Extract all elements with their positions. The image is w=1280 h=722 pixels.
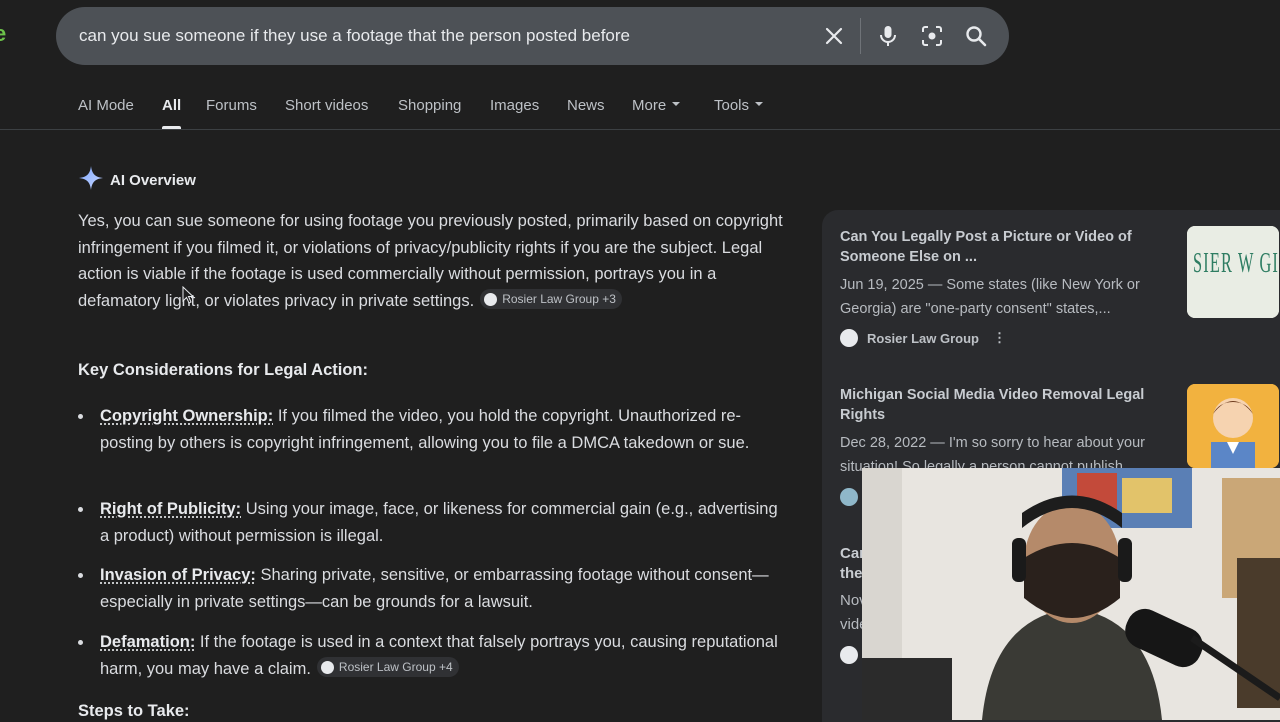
close-icon[interactable]: [822, 24, 846, 48]
section-title: Key Considerations for Legal Action:: [78, 361, 368, 380]
source-favicon-icon: [484, 293, 497, 306]
ai-overview-title: AI Overview: [110, 172, 196, 189]
bullet-term[interactable]: Invasion of Privacy:: [100, 566, 256, 584]
tab-forums[interactable]: Forums: [206, 97, 257, 114]
bullet-icon: [78, 640, 83, 645]
source-card[interactable]: Michigan Social Media Video Removal Lega…: [840, 385, 1170, 479]
mouse-cursor-icon: [182, 286, 194, 309]
source-card-title[interactable]: Michigan Social Media Video Removal Lega…: [840, 385, 1170, 425]
source-card[interactable]: Can You Legally Post a Picture or Video …: [840, 227, 1170, 347]
source-card-peek[interactable]: the: [840, 565, 863, 582]
sparkle-icon: [78, 165, 104, 196]
webcam-overlay: [862, 468, 1280, 720]
mic-icon[interactable]: [876, 24, 900, 48]
tab-news[interactable]: News: [567, 97, 605, 114]
tab-short-videos[interactable]: Short videos: [285, 97, 368, 114]
more-options-icon[interactable]: ⋮: [993, 330, 1006, 346]
tab-ai-mode[interactable]: AI Mode: [78, 97, 134, 114]
search-bar[interactable]: can you sue someone if they use a footag…: [56, 7, 1009, 65]
tab-tools-label: Tools: [714, 97, 749, 114]
tab-shopping[interactable]: Shopping: [398, 97, 461, 114]
search-input[interactable]: can you sue someone if they use a footag…: [79, 26, 630, 46]
tab-tools[interactable]: Tools: [714, 97, 763, 114]
ai-overview-header: AI Overview: [78, 165, 196, 196]
bullet-icon: [78, 507, 83, 512]
bullet-term[interactable]: Copyright Ownership:: [100, 407, 273, 425]
source-card-snippet: Jun 19, 2025 — Some states (like New Yor…: [840, 273, 1170, 321]
list-item: Right of Publicity: Using your image, fa…: [78, 496, 783, 549]
source-favicon-icon: [840, 329, 858, 347]
thumbnail-logo-text: SIER W GI: [1193, 248, 1279, 279]
source-card-title[interactable]: Can You Legally Post a Picture or Video …: [840, 227, 1170, 267]
source-thumbnail[interactable]: [1187, 384, 1279, 468]
bullet-term[interactable]: Right of Publicity:: [100, 500, 241, 518]
google-logo-fragment[interactable]: e: [0, 24, 8, 44]
tab-more[interactable]: More: [632, 97, 680, 114]
tab-images[interactable]: Images: [490, 97, 539, 114]
source-site-name: Rosier Law Group: [867, 331, 979, 346]
source-thumbnail[interactable]: SIER W GI: [1187, 226, 1279, 318]
source-favicon-icon: [840, 488, 858, 506]
source-chip-label: Rosier Law Group +3: [502, 289, 616, 309]
lens-icon[interactable]: [920, 24, 944, 48]
chevron-down-icon: [672, 102, 680, 106]
steps-title: Steps to Take:: [78, 702, 190, 721]
source-favicon-icon: [840, 646, 858, 664]
search-icon[interactable]: [964, 24, 988, 48]
tab-more-label: More: [632, 97, 666, 114]
source-card-site[interactable]: Rosier Law Group ⋮: [840, 329, 1170, 347]
source-chip-label: Rosier Law Group +4: [339, 657, 453, 677]
source-chip[interactable]: Rosier Law Group +4: [317, 657, 459, 677]
chevron-down-icon: [755, 102, 763, 106]
search-divider: [860, 18, 861, 54]
list-item: Copyright Ownership: If you filmed the v…: [78, 403, 783, 456]
tab-all[interactable]: All: [162, 97, 181, 114]
source-favicon-icon: [321, 661, 334, 674]
tabs-divider: [0, 129, 1280, 130]
bullet-icon: [78, 414, 83, 419]
bullet-term[interactable]: Defamation:: [100, 633, 195, 651]
bullet-icon: [78, 573, 83, 578]
list-item: Defamation: If the footage is used in a …: [78, 629, 783, 682]
list-item: Invasion of Privacy: Sharing private, se…: [78, 562, 783, 615]
source-chip[interactable]: Rosier Law Group +3: [480, 289, 622, 309]
